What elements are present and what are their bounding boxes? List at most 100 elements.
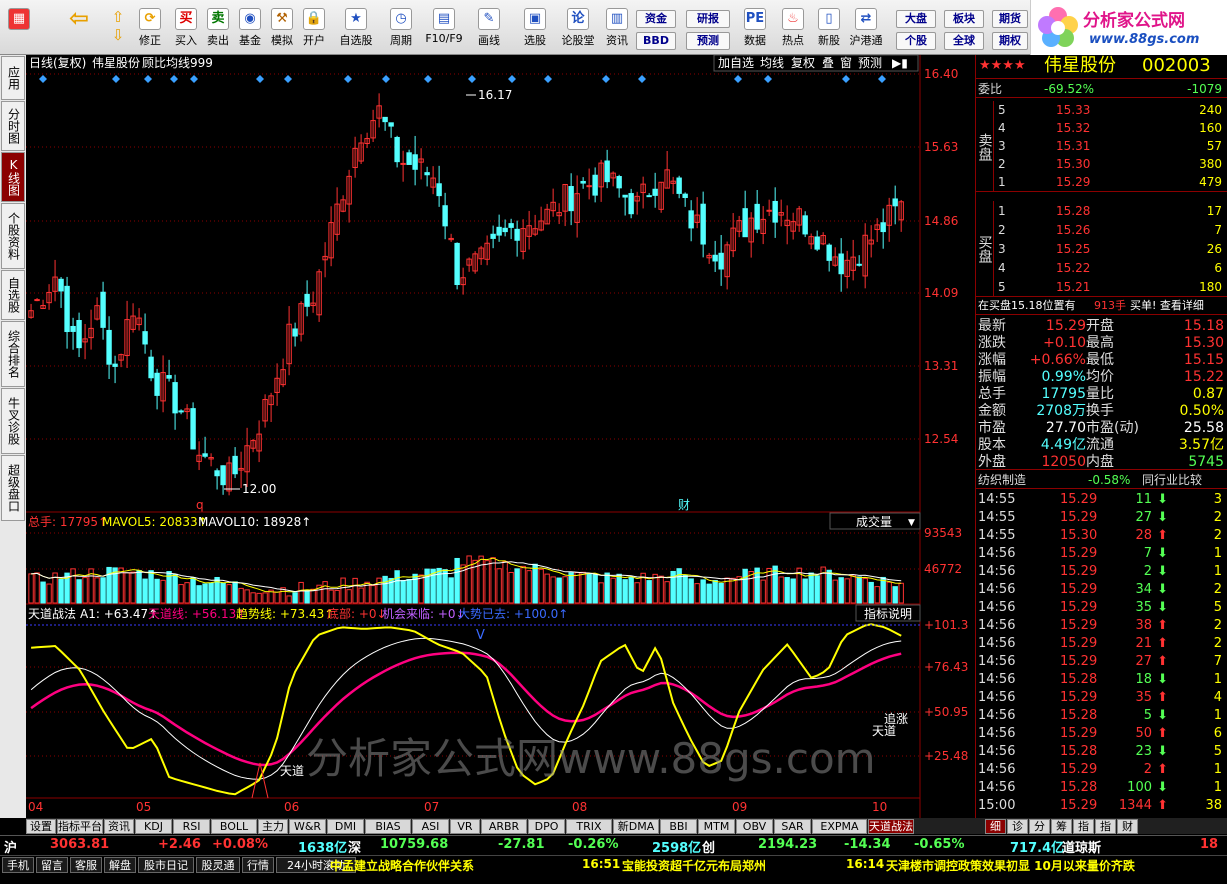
nav-kline[interactable]: K线图 [1,152,25,202]
forecast-button[interactable]: 预测 [686,32,730,50]
forum-button[interactable]: 论论股堂 [558,6,598,52]
ma-button[interactable]: 均线 [760,56,784,70]
fund-button[interactable]: ◉ 基金 [236,6,264,52]
kline-chart-area[interactable]: 16.40 15.63 14.86 14.09 13.31 12.54 93543 46772… [26,54,975,818]
market-button[interactable]: 大盘 [896,10,936,28]
watchlist-button[interactable]: ★ 自选股 [336,6,376,52]
back-arrow-icon[interactable]: ⇦ [64,6,94,52]
nav-profile[interactable]: 个股资料 [1,203,25,269]
indicator-tab[interactable]: DPO [528,819,565,834]
buy-level-row[interactable]: 3 15.25 26 [976,240,1227,258]
news-item-1[interactable]: 中孟建立战略合作伙伴关系 [330,857,474,874]
news-bar-button[interactable]: 行情 [242,857,274,873]
indicator-tab[interactable]: VR [450,819,480,834]
indicator-tab[interactable]: 指标平台 [57,819,103,834]
nav-watchlist[interactable]: 自选股 [1,270,25,320]
indicator-tab[interactable]: DMI [327,819,364,834]
indicator-tab[interactable]: W&R [289,819,326,834]
note-detail-link[interactable]: 买单! 查看详细 [1130,297,1204,315]
data-button[interactable]: PE 数据 [738,6,772,52]
indicator-tab[interactable]: KDJ [135,819,172,834]
research-button[interactable]: 研报 [686,10,730,28]
news-bar-button[interactable]: 手机 [2,857,34,873]
nav-diagnosis[interactable]: 牛叉诊股 [1,388,25,454]
sell-level-row[interactable]: 3 15.31 57 [976,137,1227,155]
quote-tab-button[interactable]: 指 [1073,819,1094,834]
news-bar-button[interactable]: 客服 [70,857,102,873]
indicator-tab[interactable]: 设置 [26,819,56,834]
buy-level-row[interactable]: 1 15.28 17 [976,202,1227,220]
industry-row[interactable]: 纺织制造 -0.58% 同行业比较 [976,471,1227,489]
options-button[interactable]: 期权 [992,32,1028,50]
adjust-button[interactable]: 复权 [791,56,815,70]
nav-apps[interactable]: 应用 [1,56,25,100]
buy-level-row[interactable]: 4 15.22 6 [976,259,1227,277]
capital-button[interactable]: 资金 [636,10,676,28]
quote-tab-button[interactable]: 分 [1029,819,1050,834]
sell-level-row[interactable]: 1 15.29 479 [976,173,1227,191]
chevron-down-icon[interactable]: ▼ [908,518,915,528]
quote-tab-button[interactable]: 指 [1095,819,1116,834]
indicator-tab[interactable]: 天道战法 [868,819,914,834]
news-bar-button[interactable]: 股市日记 [138,857,194,873]
quote-tab-button[interactable]: 筹 [1051,819,1072,834]
indicator-tab[interactable]: BOLL [211,819,257,834]
news-bar-button[interactable]: 股灵通 [196,857,240,873]
up-down-arrow-icon[interactable]: ⇧ ⇩ [106,8,130,54]
indicator-tab[interactable]: EXPMA [812,819,867,834]
stock-button[interactable]: 个股 [896,32,936,50]
buy-level-row[interactable]: 5 15.21 180 [976,278,1227,296]
news-item-3[interactable]: 天津楼市调控政策效果初显 10月以来量价齐跌 [886,857,1135,874]
indicator-tab[interactable]: OBV [736,819,773,834]
open-account-button[interactable]: 🔒 开户 [300,6,328,52]
industry-name[interactable]: 纺织制造 [978,471,1026,489]
indicator-tab[interactable]: ARBR [481,819,527,834]
draw-line-button[interactable]: ✎ 画线 [470,6,508,52]
indicator-tab[interactable]: ASI [412,819,449,834]
simulate-button[interactable]: ⚒ 模拟 [268,6,296,52]
f10-button[interactable]: ▤ F10/F9 [424,6,464,52]
hot-button[interactable]: ♨ 热点 [776,6,810,52]
futures-button[interactable]: 期货 [992,10,1028,28]
bbd-button[interactable]: BBD [636,32,676,50]
period-button[interactable]: ◷ 周期 [382,6,420,52]
hk-connect-button[interactable]: ⇄ 沪港通 [846,6,886,52]
marker-cai[interactable]: 财 [678,498,690,512]
buy-button[interactable]: 买买入 [172,6,200,52]
indicator-tab[interactable]: TRIX [566,819,612,834]
nav-super-depth[interactable]: 超级盘口 [1,455,25,521]
ipo-button[interactable]: ▯ 新股 [812,6,846,52]
add-watchlist-button[interactable]: 加自选 [718,56,754,70]
tick-list[interactable]: 14:55 15.29 11 ⬇ 3 14:55 15.29 27 ⬇ 2 14:55 15.30 28… [976,491,1227,817]
indicator-tab[interactable]: BIAS [365,819,411,834]
industry-compare-button[interactable]: 同行业比较 [1142,471,1202,489]
forecast-chart-button[interactable]: 预测 [858,56,882,70]
buy-level-row[interactable]: 2 15.26 7 [976,221,1227,239]
fix-button[interactable]: ⟳ 修正 [136,6,164,52]
indicator-tab[interactable]: 主力 [258,819,288,834]
indicator-tab[interactable]: BBI [660,819,697,834]
indicator-tab[interactable]: SAR [774,819,811,834]
indicator-tab[interactable]: MTM [698,819,735,834]
sell-level-row[interactable]: 4 15.32 160 [976,119,1227,137]
sell-button[interactable]: 卖卖出 [204,6,232,52]
sector-button[interactable]: 板块 [944,10,984,28]
order-note[interactable]: 在买盘15.18位置有 913手 买单! 查看详细 [976,297,1227,315]
sell-level-row[interactable]: 2 15.30 380 [976,155,1227,173]
stock-picker-button[interactable]: ▣ 选股 [516,6,554,52]
overlay-button[interactable]: 叠 [822,56,834,70]
news-bar-button[interactable]: 解盘 [104,857,136,873]
grid-icon[interactable]: ▦ [6,6,32,52]
nav-intraday[interactable]: 分时图 [1,101,25,151]
indicator-tab[interactable]: 资讯 [104,819,134,834]
news-bar-button[interactable]: 留言 [36,857,68,873]
nav-ranking[interactable]: 综合排名 [1,321,25,387]
window-button[interactable]: 窗 [840,56,852,70]
quote-tab-button[interactable]: 诊 [1007,819,1028,834]
news-button[interactable]: ▥ 资讯 [602,6,632,52]
quote-tab-button[interactable]: 细 [985,819,1006,834]
news-item-2[interactable]: 宝能投资超千亿元布局郑州 [622,857,766,874]
indicator-tab[interactable]: 新DMA [613,819,659,834]
kline-svg[interactable]: 16.40 15.63 14.86 14.09 13.31 12.54 93543 46772… [26,54,975,818]
pin-icon[interactable]: ▶▮ [892,56,908,70]
